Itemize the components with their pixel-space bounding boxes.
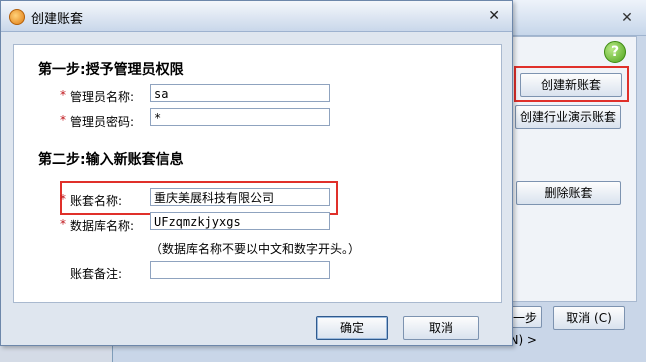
dialog-titlebar: 创建账套 ✕ — [1, 1, 512, 32]
dialog-title: 创建账套 — [31, 12, 84, 27]
database-name-note: （数据库名称不要以中文和数字开头。） — [150, 242, 361, 256]
create-account-dialog: 创建账套 ✕ 第一步:授予管理员权限 * 管理员名称: sa * 管理员密码: … — [0, 0, 513, 346]
close-icon[interactable]: ✕ — [488, 8, 500, 24]
account-name-input[interactable]: 重庆美展科技有限公司 — [150, 188, 330, 206]
help-icon[interactable]: ? — [604, 41, 626, 63]
admin-name-input[interactable]: sa — [150, 84, 330, 102]
step1-heading: 第一步:授予管理员权限 — [38, 62, 184, 78]
admin-password-input[interactable]: * — [150, 108, 330, 126]
close-icon[interactable]: ✕ — [619, 10, 635, 26]
remark-input[interactable] — [150, 261, 330, 279]
delete-account-button[interactable]: 删除账套 — [516, 181, 621, 205]
ok-button[interactable]: 确定 — [316, 316, 388, 340]
account-name-label: 账套名称: — [70, 194, 123, 208]
app-icon — [9, 9, 25, 25]
step2-heading: 第二步:输入新账套信息 — [38, 152, 184, 168]
remark-label: 账套备注: — [70, 267, 123, 281]
admin-password-label: 管理员密码: — [70, 115, 135, 129]
admin-name-label: 管理员名称: — [70, 90, 135, 104]
required-mark: * — [60, 113, 66, 127]
required-mark: * — [60, 217, 66, 231]
highlight-box-create-account — [514, 66, 629, 102]
create-demo-account-button[interactable]: 创建行业演示账套 — [515, 105, 621, 129]
dialog-content: 第一步:授予管理员权限 * 管理员名称: sa * 管理员密码: * 第二步:输… — [13, 44, 502, 303]
cancel-button-background[interactable]: 取消 (C) — [553, 306, 625, 330]
database-name-input[interactable]: UFzqmzkjyxgs — [150, 212, 330, 230]
required-mark: * — [60, 88, 66, 102]
required-mark: * — [60, 192, 66, 206]
database-name-label: 数据库名称: — [70, 219, 135, 233]
cancel-button[interactable]: 取消 — [403, 316, 479, 340]
